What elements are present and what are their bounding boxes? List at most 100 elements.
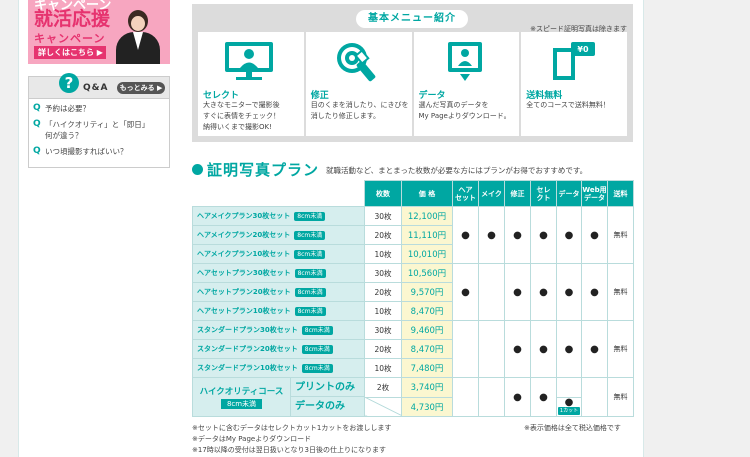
plan-name: スタンダードプラン20枚セット 8cm未満 xyxy=(192,339,365,359)
feature-dot: ● xyxy=(530,320,557,378)
note-line: ※セットに含むデータはセレクトカット1カットをお渡しします xyxy=(192,424,392,432)
retouch-icon xyxy=(336,43,376,82)
feature-dot: ● xyxy=(504,320,531,378)
table-row: ハイクオリティコース 8cm未満 プリントのみ データのみ 2枚 3,740円 … xyxy=(192,377,634,417)
card-desc: 目のくまを消したり、にきびを 消したり修正します。 xyxy=(310,101,409,120)
card-desc: 選んだ写真のデータを My Pageよりダウンロード。 xyxy=(418,101,511,120)
plan-count: 10枚 xyxy=(364,244,402,264)
plan-count: 10枚 xyxy=(364,301,402,321)
menu-card-shipping: ¥0 送料無料 全てのコースで送料無料！ xyxy=(521,32,627,136)
hq-course: ハイクオリティコース 8cm未満 プリントのみ データのみ xyxy=(192,377,365,417)
qa-list: Q 予約は必要？ Q 「ハイクオリティ」と「即日」 何が違う？ Q いつ頃撮影すればい… xyxy=(29,99,169,157)
plan-count: 20枚 xyxy=(364,339,402,359)
plan-price: 9,460円 xyxy=(401,320,453,340)
feature-dot: ● xyxy=(452,206,479,264)
feature-dot: ● xyxy=(478,206,505,264)
question-icon: ? xyxy=(59,73,79,93)
feature-dot: ● xyxy=(581,320,608,378)
qa-header: ? Q&A もっとみる ▶ xyxy=(29,73,169,99)
size-tag: 8cm未満 xyxy=(301,345,333,354)
plan-count: 30枚 xyxy=(364,206,402,226)
plan-name: ヘアセットプラン30枚セット 8cm未満 xyxy=(192,263,365,283)
free-shipping-icon: ¥0 xyxy=(553,42,596,80)
qa-title: Q&A xyxy=(83,83,109,93)
feature-dot: ● xyxy=(504,263,531,321)
feature-dot: ● xyxy=(556,263,582,321)
plan-name: ヘアメイクプラン10枚セット 8cm未満 xyxy=(192,244,365,264)
plan-name: ヘアセットプラン20枚セット 8cm未満 xyxy=(192,282,365,302)
feature-empty xyxy=(478,263,505,321)
banner-title: 就活応援 xyxy=(34,8,111,30)
header-web-data: Web用 データ xyxy=(581,180,608,207)
qa-item[interactable]: Q 「ハイクオリティ」と「即日」 何が違う？ xyxy=(33,119,165,141)
qa-more-button[interactable]: もっとみる ▶ xyxy=(117,82,165,94)
tax-note: ※表示価格は全て税込価格です xyxy=(524,424,621,432)
feature-empty xyxy=(581,377,608,417)
hq-print-label: プリントのみ xyxy=(291,378,364,397)
campaign-banner[interactable]: キャンペーン 就活応援 キャンペーン 詳しくはこちら ▶ xyxy=(28,0,170,64)
hq-data-label: データのみ xyxy=(295,401,345,412)
size-tag: 8cm未満 xyxy=(301,326,333,335)
size-tag: 8cm未満 xyxy=(220,399,263,409)
plan-desc: 就職活動など、まとまった枚数が必要な方にはプランがお得でおすすめです。 xyxy=(326,166,588,175)
plan-count: 2枚 xyxy=(364,377,402,398)
plan-price: 8,470円 xyxy=(401,339,453,359)
qa-box: ? Q&A もっとみる ▶ Q 予約は必要？ Q 「ハイクオリティ」と「即日」 何が… xyxy=(28,73,170,168)
size-tag: 8cm未満 xyxy=(294,269,326,278)
one-cut-badge: 1カット xyxy=(558,407,580,416)
header-count: 枚数 xyxy=(364,180,402,207)
shipping-free: 無料 xyxy=(607,320,634,378)
plan-name: ヘアメイクプラン30枚セット 8cm未満 xyxy=(192,206,365,226)
q-icon: Q xyxy=(33,119,41,129)
table-row: ヘアメイクプラン30枚セット 8cm未満 30枚 12,100円 ● ● ● ● … xyxy=(192,206,634,264)
feature-empty xyxy=(452,320,479,378)
bullet-icon xyxy=(192,164,203,175)
plan-count: 30枚 xyxy=(364,263,402,283)
qa-item[interactable]: Q 予約は必要？ xyxy=(33,103,165,114)
table-row: ヘアセットプラン30枚セット 8cm未満 30枚 10,560円 ● ● ● ● … xyxy=(192,263,634,321)
qa-item[interactable]: Q いつ頃撮影すればいい？ xyxy=(33,146,165,157)
plan-price: 3,740円 xyxy=(401,377,453,398)
menu-title: 基本メニュー紹介 xyxy=(356,10,468,28)
plan-name: ヘアセットプラン10枚セット 8cm未満 xyxy=(192,301,365,321)
feature-dot: ● xyxy=(581,206,608,264)
plan-name: スタンダードプラン30枚セット 8cm未満 xyxy=(192,320,365,340)
download-icon xyxy=(447,42,482,81)
table-header-row: 枚数 価 格 ヘア セット メイク 修正 セレ クト データ Web用 データ … xyxy=(192,180,634,207)
header-retouch: 修正 xyxy=(504,180,531,207)
feature-empty xyxy=(452,377,479,417)
size-tag: 8cm未満 xyxy=(294,288,326,297)
qa-item-text[interactable]: いつ頃撮影すればいい？ xyxy=(45,147,128,156)
feature-dot: ● xyxy=(530,377,557,417)
size-tag: 8cm未満 xyxy=(294,307,326,316)
plan-name: ヘアメイクプラン20枚セット 8cm未満 xyxy=(192,225,365,245)
note-line: ※データはMy Pageよりダウンロード xyxy=(192,435,312,443)
businessperson-illustration-icon xyxy=(112,8,164,64)
feature-dot: ● xyxy=(530,263,557,321)
menu-card-retouch: 修正 目のくまを消したり、にきびを 消したり修正します。 xyxy=(305,32,412,136)
plan-price: 8,470円 xyxy=(401,301,453,321)
header-makeup: メイク xyxy=(478,180,505,207)
shipping-free: 無料 xyxy=(607,263,634,321)
header-select: セレ クト xyxy=(530,180,557,207)
feature-empty xyxy=(556,377,582,398)
feature-empty xyxy=(478,320,505,378)
monitor-person-icon xyxy=(225,42,273,80)
feature-dot-cut: ● 1カット xyxy=(556,396,582,417)
plan-count: 10枚 xyxy=(364,358,402,378)
qa-item-text[interactable]: 「ハイクオリティ」と「即日」 何が違う？ xyxy=(45,120,149,140)
feature-dot: ● xyxy=(581,263,608,321)
menu-cards: セレクト 大きなモニターで撮影後 すぐに表情をチェック！ 納得いくまで撮影OK!… xyxy=(198,32,627,136)
plan-count: 20枚 xyxy=(364,225,402,245)
banner-subtitle: キャンペーン xyxy=(34,32,106,45)
card-desc: 大きなモニターで撮影後 すぐに表情をチェック！ 納得いくまで撮影OK! xyxy=(203,101,280,131)
header-data: データ xyxy=(556,180,582,207)
plan-table: 枚数 価 格 ヘア セット メイク 修正 セレ クト データ Web用 データ … xyxy=(192,180,634,417)
table-row: スタンダードプラン30枚セット 8cm未満 30枚 9,460円 ● ● ● ● … xyxy=(192,320,634,378)
feature-dot: ● xyxy=(556,206,582,264)
svg-text:¥0: ¥0 xyxy=(578,45,590,54)
qa-item-text[interactable]: 予約は必要？ xyxy=(45,104,90,113)
size-tag: 8cm未満 xyxy=(294,231,326,240)
banner-details-button[interactable]: 詳しくはこちら ▶ xyxy=(34,46,106,59)
size-tag: 8cm未満 xyxy=(294,212,326,221)
